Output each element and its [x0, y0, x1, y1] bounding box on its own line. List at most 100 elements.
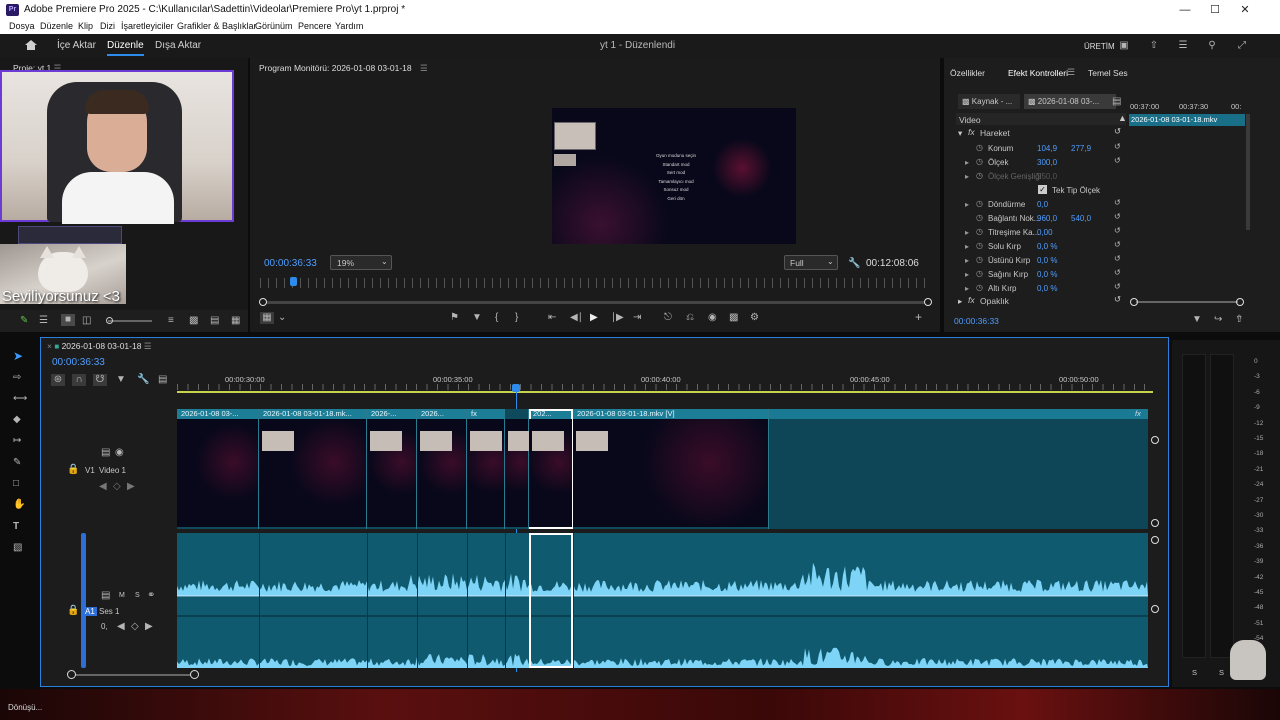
v-scroll-handle-bottom[interactable] — [1151, 519, 1159, 527]
video-clip[interactable]: 2026-01-08 03-01-18.mk... — [259, 409, 367, 529]
ec-zoom-handle-right[interactable] — [1236, 298, 1244, 306]
chevron-right-icon[interactable]: ▸ — [965, 158, 969, 167]
stopwatch-icon[interactable]: ◷ — [976, 283, 983, 292]
chevron-right-icon[interactable]: ▸ — [965, 270, 969, 279]
quality-select[interactable]: Full ⌄ — [784, 255, 838, 270]
chevron-right-icon[interactable]: ▸ — [965, 284, 969, 293]
close-button[interactable]: ✕ — [1230, 0, 1260, 20]
video-clip[interactable]: 2026-01-08 03-... — [177, 409, 259, 529]
panel-menu-icon[interactable]: ☰ — [1067, 67, 1075, 78]
mark-in-icon[interactable]: { — [495, 312, 498, 324]
keyframe-next-icon[interactable]: ▶ — [145, 621, 153, 633]
linked-selection-icon[interactable]: ☋ — [93, 374, 107, 386]
mute-button[interactable]: M — [119, 592, 125, 599]
stopwatch-icon[interactable]: ◷ — [976, 227, 983, 236]
property-value-1[interactable]: 0,0 % — [1037, 256, 1057, 265]
ec-zoom-handle-left[interactable] — [1130, 298, 1138, 306]
go-to-in-icon[interactable]: ⇤ — [548, 312, 556, 324]
reset-icon[interactable]: ↺ — [1114, 212, 1121, 221]
menu-file[interactable]: Dosya — [9, 21, 35, 31]
property-value-1[interactable]: 250,0 — [1037, 172, 1057, 181]
import-tab[interactable]: İçe Aktar — [57, 40, 96, 51]
menu-clip[interactable]: Klip — [78, 21, 93, 31]
extract-icon[interactable]: ⎌ — [686, 312, 694, 324]
work-area-bar[interactable] — [177, 391, 1153, 393]
reset-icon[interactable]: ↺ — [1114, 254, 1121, 263]
ripple-edit-icon[interactable]: ⟷ — [13, 393, 27, 405]
video-clip[interactable]: 2026-01-08 03-01-18.mkv [V] — [573, 409, 769, 529]
monitor-scrollbar[interactable] — [262, 301, 928, 304]
property-row[interactable]: ▸ ◷ Üstünü Kırp 0,0 % ↺ — [956, 254, 1126, 268]
chevron-right-icon[interactable]: ▸ — [965, 242, 969, 251]
sort-icon[interactable]: ≡ — [168, 315, 174, 327]
mini-clip-bar[interactable]: 2026-01-08 03-01-18.mkv — [1129, 114, 1245, 126]
settings-grid-icon[interactable]: ▦ — [260, 312, 274, 324]
panel-menu-icon[interactable]: ☰ — [144, 341, 152, 351]
toggle-timeline-icon[interactable]: ▤ — [1112, 96, 1121, 108]
stopwatch-icon[interactable]: ◷ — [976, 157, 983, 166]
property-row[interactable]: ▸ ◷ Ölçek Genişliği 250,0 — [956, 170, 1126, 184]
export-tab[interactable]: Dışa Aktar — [155, 40, 201, 51]
reset-icon[interactable]: ↺ — [1114, 198, 1121, 207]
property-value-1[interactable]: 960,0 — [1037, 214, 1057, 223]
a-scroll-handle-bottom[interactable] — [1151, 605, 1159, 613]
play-icon[interactable]: ▶ — [590, 312, 598, 324]
playhead-handle[interactable] — [512, 384, 520, 392]
step-back-icon[interactable]: ◀∣ — [570, 312, 583, 324]
comparison-icon[interactable]: ▩ — [729, 312, 738, 324]
fx-opacity-row[interactable]: ▸ fx Opaklık ↺ — [956, 294, 1126, 308]
stopwatch-icon[interactable]: ◷ — [976, 255, 983, 264]
add-marker-icon[interactable]: ▼ — [116, 374, 126, 386]
keyframe-add-icon[interactable]: ◇ — [131, 621, 139, 633]
workspaces-icon[interactable]: ☰ — [1177, 40, 1189, 52]
maximize-button[interactable]: ☐ — [1200, 0, 1230, 20]
time-ruler[interactable]: 00:00:30:00 00:00:35:00 00:00:40:00 00:0… — [177, 372, 1153, 390]
export-frame-icon[interactable]: ↪ — [1214, 314, 1222, 326]
close-icon[interactable]: × — [47, 341, 52, 351]
wrench-icon[interactable]: 🔧 — [137, 374, 149, 386]
a1-label[interactable]: A1 — [83, 607, 97, 616]
reset-icon[interactable]: ↺ — [1114, 226, 1121, 235]
mini-timeline-scrollbar[interactable] — [1246, 114, 1250, 230]
stopwatch-icon[interactable]: ◷ — [976, 171, 983, 180]
menu-markers[interactable]: İşaretleyiciler — [121, 21, 174, 31]
audio-clip-edge[interactable] — [573, 533, 574, 668]
stopwatch-icon[interactable]: ◷ — [976, 269, 983, 278]
property-row[interactable]: ✓ Tek Tip Ölçek — [956, 184, 1126, 198]
meter-solo-left[interactable]: S — [1192, 668, 1197, 677]
track-select-icon[interactable]: ⇨ — [13, 372, 21, 384]
property-value-1[interactable]: 0,00 — [1037, 228, 1053, 237]
lift-icon[interactable]: ⎋ — [664, 312, 672, 324]
go-to-out-icon[interactable]: ⇥ — [633, 312, 641, 324]
reset-icon[interactable]: ↺ — [1114, 268, 1121, 277]
selection-tool-icon[interactable]: ➤ — [13, 350, 23, 362]
pen-tool-icon[interactable]: ✎ — [13, 457, 21, 469]
sync-lock-icon[interactable]: ▤ — [101, 447, 110, 459]
timeline-h-scrollbar[interactable] — [71, 674, 195, 676]
scrollbar-handle-left[interactable] — [259, 298, 267, 306]
minimize-button[interactable]: — — [1170, 0, 1200, 20]
audio-clip-edge[interactable] — [467, 533, 468, 668]
ec-zoom-bar[interactable] — [1136, 301, 1238, 303]
video-clip[interactable]: 2026... — [417, 409, 467, 529]
sequence-tab[interactable]: × ■ 2026-01-08 03-01-18 ☰ — [47, 341, 151, 352]
nest-icon[interactable]: ⊛ — [51, 374, 65, 386]
reset-icon[interactable]: ↺ — [1114, 156, 1121, 165]
a-scroll-handle-top[interactable] — [1151, 536, 1159, 544]
menu-graphics[interactable]: Grafikler & Başlıklar — [177, 21, 257, 31]
stopwatch-icon[interactable]: ◷ — [976, 241, 983, 250]
property-row[interactable]: ◷ Bağlantı Nok... 960,0 540,0 ↺ — [956, 212, 1126, 226]
tab-properties[interactable]: Özellikler — [950, 68, 985, 78]
v1-label[interactable]: V1 — [85, 466, 95, 475]
property-value-2[interactable]: 540,0 — [1071, 214, 1091, 223]
keyframe-add-icon[interactable]: ◇ — [113, 481, 121, 493]
reset-icon[interactable]: ↺ — [1114, 240, 1121, 249]
pencil-icon[interactable]: ✎ — [20, 315, 28, 327]
step-forward-icon[interactable]: ∣▶ — [611, 312, 624, 324]
ec-timecode[interactable]: 00:00:36:33 — [954, 316, 999, 326]
property-row[interactable]: ▸ ◷ Solu Kırp 0,0 % ↺ — [956, 240, 1126, 254]
h-scroll-handle-right[interactable] — [190, 670, 199, 679]
video-clip[interactable] — [505, 409, 540, 529]
audio-clip-edge[interactable] — [417, 533, 418, 668]
clip-selector[interactable]: ▩ 2026-01-08 03-... — [1024, 94, 1116, 109]
